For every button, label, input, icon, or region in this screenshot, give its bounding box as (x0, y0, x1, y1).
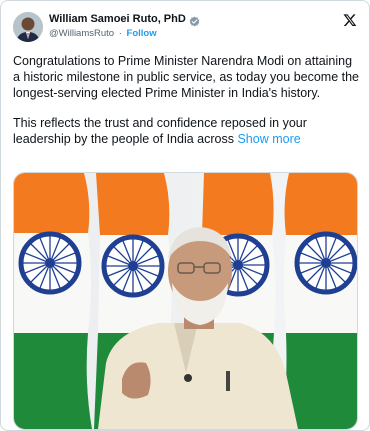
author-name[interactable]: William Samoei Ruto, PhD (49, 13, 186, 25)
tweet-header: William Samoei Ruto, PhD @WilliamsRuto ·… (13, 12, 359, 42)
verified-badge-icon (189, 14, 200, 26)
author-name-row: William Samoei Ruto, PhD (49, 13, 200, 26)
tweet-text: Congratulations to Prime Minister Narend… (13, 53, 359, 147)
tweet-paragraph-1: Congratulations to Prime Minister Narend… (13, 54, 360, 100)
x-logo-icon[interactable] (343, 13, 357, 27)
show-more-link[interactable]: Show more (237, 132, 300, 146)
author-handle[interactable]: @WilliamsRuto (49, 28, 114, 39)
tweet-card: William Samoei Ruto, PhD @WilliamsRuto ·… (0, 0, 370, 431)
follow-button[interactable]: Follow (127, 28, 157, 39)
tweet-paragraph-2: This reflects the trust and confidence r… (13, 115, 359, 147)
author-avatar[interactable] (13, 12, 43, 42)
tweet-media-photo[interactable] (13, 172, 358, 430)
handle-separator: · (118, 28, 122, 39)
author-handle-row: @WilliamsRuto · Follow (49, 28, 157, 39)
